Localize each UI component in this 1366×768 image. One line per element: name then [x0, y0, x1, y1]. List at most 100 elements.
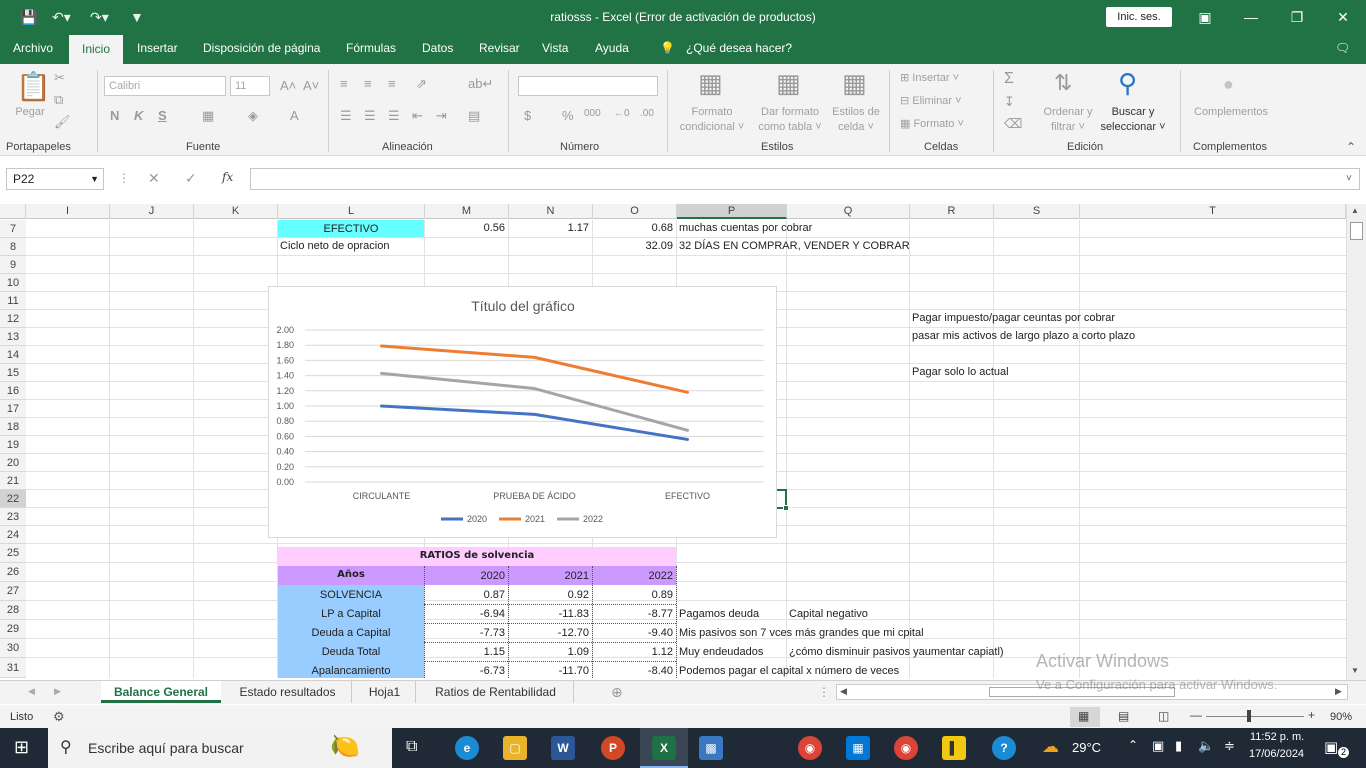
- cell-N26[interactable]: 2021: [509, 567, 592, 585]
- scroll-thumb[interactable]: [1350, 222, 1363, 240]
- col-header-N[interactable]: N: [509, 204, 593, 219]
- cell-Q28[interactable]: Capital negativo: [789, 605, 868, 623]
- cell-P28[interactable]: Pagamos deuda: [679, 605, 759, 623]
- prev-sheet-icon[interactable]: ◀: [28, 686, 35, 697]
- row-header[interactable]: 31: [0, 658, 26, 678]
- excel-icon[interactable]: X: [652, 736, 676, 760]
- edge-icon[interactable]: e: [455, 736, 479, 760]
- desktop-app-icon[interactable]: ▩: [699, 736, 723, 760]
- notifications-icon[interactable]: ▣: [1324, 738, 1338, 756]
- align-left-icon[interactable]: ☰: [340, 108, 352, 124]
- close-icon[interactable]: ✕: [1328, 6, 1358, 28]
- page-layout-icon[interactable]: ▤: [1118, 709, 1129, 723]
- lightbulb-icon[interactable]: 💡: [660, 41, 675, 55]
- orientation-icon[interactable]: ⇗: [416, 76, 427, 92]
- scroll-down-icon[interactable]: ▼: [1351, 666, 1359, 675]
- font-size-box[interactable]: 11: [230, 76, 270, 96]
- cell-M7[interactable]: 0.56: [425, 219, 508, 237]
- wrap-text-icon[interactable]: ab↵: [468, 76, 493, 92]
- scroll-up-icon[interactable]: ▲: [1351, 206, 1359, 215]
- clear-icon[interactable]: ⌫: [1004, 116, 1022, 132]
- number-format-box[interactable]: [518, 76, 658, 96]
- cell-P8[interactable]: 32 DÍAS EN COMPRAR, VENDER Y COBRAR: [679, 237, 910, 255]
- zoom-slider-thumb[interactable]: [1247, 710, 1251, 722]
- addins-icon[interactable]: ●: [1223, 74, 1234, 95]
- font-name-box[interactable]: Calibri: [104, 76, 226, 96]
- row-header[interactable]: 11: [0, 292, 26, 310]
- insert-cells-button[interactable]: ⊞ Insertar ˅: [900, 71, 959, 86]
- clock-date[interactable]: 17/06/2024: [1249, 748, 1304, 760]
- cell-L7[interactable]: EFECTIVO: [278, 220, 424, 237]
- italic-button[interactable]: K: [134, 108, 143, 123]
- battery-icon[interactable]: ▮: [1175, 738, 1182, 754]
- cell-styles-label[interactable]: Estilos de celda ˅: [826, 105, 886, 135]
- col-header-J[interactable]: J: [110, 204, 194, 219]
- cell-L8[interactable]: Ciclo neto de opracion: [280, 237, 389, 255]
- chrome-icon[interactable]: ◉: [798, 736, 822, 760]
- col-header-T[interactable]: T: [1080, 204, 1346, 219]
- currency-icon[interactable]: $: [524, 108, 531, 123]
- page-break-icon[interactable]: ◫: [1158, 709, 1169, 723]
- cell-R15[interactable]: Pagar solo lo actual: [912, 363, 1009, 381]
- decrease-decimal-icon[interactable]: .00: [640, 108, 654, 119]
- addins-label[interactable]: Complementos: [1188, 105, 1274, 120]
- comments-icon[interactable]: 🗨: [1335, 41, 1350, 55]
- cell-R12[interactable]: Pagar impuesto/pagar ceuntas por cobrar: [912, 309, 1115, 327]
- fill-icon[interactable]: ↧: [1004, 94, 1015, 110]
- zoom-out-icon[interactable]: —: [1190, 708, 1202, 722]
- temperature[interactable]: 29°C: [1072, 740, 1101, 755]
- sheet-tab-balance-general[interactable]: Balance General: [101, 681, 221, 703]
- cell-L26[interactable]: Años: [278, 566, 424, 584]
- cell-N31[interactable]: -11.70: [509, 662, 592, 680]
- tab-archivo[interactable]: Archivo: [13, 41, 53, 55]
- tab-split-icon[interactable]: ⋮: [818, 685, 830, 699]
- cell-N29[interactable]: -12.70: [509, 624, 592, 642]
- underline-button[interactable]: S: [158, 108, 167, 123]
- row-header[interactable]: 17: [0, 400, 26, 418]
- decrease-indent-icon[interactable]: ⇤: [412, 108, 423, 124]
- row-header[interactable]: 7: [0, 220, 26, 238]
- comma-icon[interactable]: 000: [584, 108, 601, 119]
- autosum-icon[interactable]: Σ: [1004, 70, 1014, 88]
- row-header[interactable]: 9: [0, 256, 26, 274]
- conditional-format-label[interactable]: Formato condicional ˅: [672, 105, 752, 135]
- collapse-ribbon-icon[interactable]: ⌃: [1346, 140, 1356, 154]
- cell-L28[interactable]: LP a Capital: [278, 605, 424, 623]
- col-header-I[interactable]: I: [26, 204, 110, 219]
- row-header[interactable]: 12: [0, 310, 26, 328]
- row-header[interactable]: 28: [0, 601, 26, 620]
- store-icon[interactable]: ▦: [846, 736, 870, 760]
- fill-handle[interactable]: [783, 505, 789, 511]
- col-header-R[interactable]: R: [910, 204, 994, 219]
- tab-inicio[interactable]: Inicio: [69, 35, 123, 64]
- col-header-K[interactable]: K: [194, 204, 278, 219]
- copy-icon[interactable]: ⧉: [54, 92, 63, 108]
- increase-decimal-icon[interactable]: ←0: [614, 108, 630, 119]
- format-table-label[interactable]: Dar formato como tabla ˅: [752, 105, 828, 135]
- decrease-font-icon[interactable]: A˅: [303, 78, 319, 93]
- scroll-right-icon[interactable]: ▶: [1335, 686, 1342, 697]
- cell-P29[interactable]: Mis pasivos son 7 vces más grandes que m…: [679, 624, 924, 642]
- select-all-corner[interactable]: [0, 204, 26, 219]
- next-sheet-icon[interactable]: ▶: [54, 686, 61, 697]
- increase-indent-icon[interactable]: ⇥: [436, 108, 447, 124]
- tab-disposicion[interactable]: Disposición de página: [203, 41, 320, 55]
- normal-view-button[interactable]: ▦: [1070, 707, 1100, 727]
- fill-color-icon[interactable]: ◈: [248, 108, 258, 124]
- cell-N30[interactable]: 1.09: [509, 643, 592, 661]
- cell-O29[interactable]: -9.40: [593, 624, 676, 642]
- cell-N28[interactable]: -11.83: [509, 605, 592, 623]
- sheet-tab-ratios-rentabilidad[interactable]: Ratios de Rentabilidad: [418, 681, 574, 703]
- cell-M26[interactable]: 2020: [425, 567, 508, 585]
- expand-formula-icon[interactable]: ˅: [1346, 173, 1352, 184]
- row-header[interactable]: 21: [0, 472, 26, 490]
- chart-title[interactable]: Título del gráfico: [471, 298, 575, 314]
- col-header-M[interactable]: M: [425, 204, 509, 219]
- cell-L30[interactable]: Deuda Total: [278, 643, 424, 661]
- align-center-icon[interactable]: ☰: [364, 108, 376, 124]
- cell-O7[interactable]: 0.68: [593, 219, 676, 237]
- sort-filter-icon[interactable]: ⇅: [1054, 70, 1072, 96]
- cell-P30[interactable]: Muy endeudados: [679, 643, 763, 661]
- signin-button[interactable]: Inic. ses.: [1106, 7, 1172, 27]
- col-header-S[interactable]: S: [994, 204, 1080, 219]
